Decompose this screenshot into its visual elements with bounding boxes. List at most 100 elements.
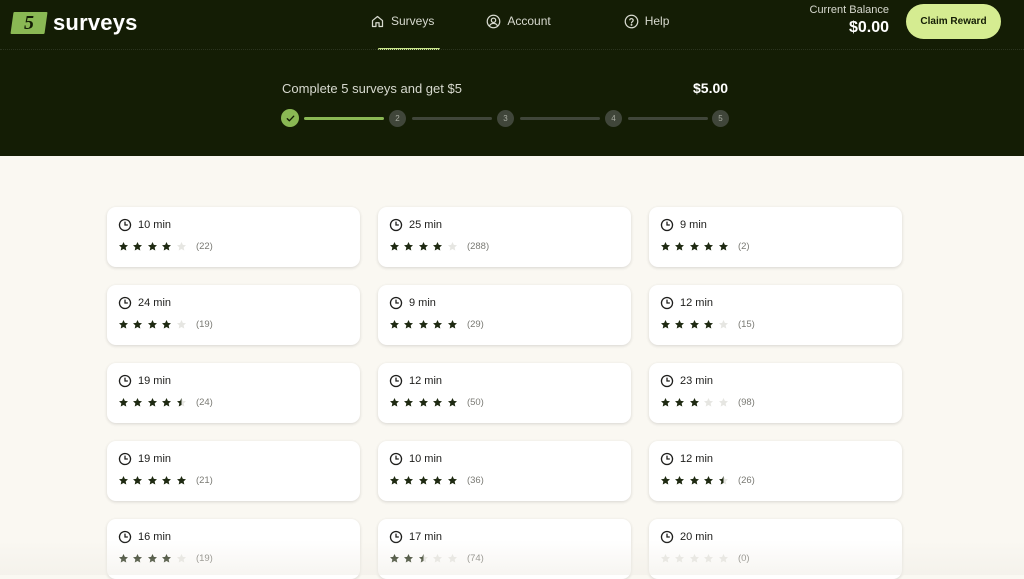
step-complete bbox=[281, 109, 299, 127]
star-filled-icon bbox=[418, 242, 428, 251]
nav-surveys[interactable]: Surveys bbox=[370, 0, 441, 50]
logo-badge: 5 bbox=[10, 12, 48, 34]
nav-help-label: Help bbox=[644, 14, 670, 28]
star-filled-icon bbox=[390, 242, 399, 251]
survey-card[interactable]: 17 min (74) bbox=[378, 519, 631, 579]
star-filled-icon bbox=[675, 476, 685, 485]
survey-duration: 17 min bbox=[389, 530, 620, 544]
current-balance: Current Balance $0.00 bbox=[810, 4, 890, 37]
rating-count: (74) bbox=[466, 553, 484, 564]
star-empty-icon bbox=[704, 554, 714, 563]
survey-duration: 16 min bbox=[118, 530, 349, 544]
survey-card[interactable]: 24 min (19) bbox=[107, 285, 360, 345]
star-filled-icon bbox=[433, 398, 443, 407]
clock-icon bbox=[389, 374, 403, 388]
survey-card[interactable]: 10 min (36) bbox=[378, 441, 631, 501]
star-filled-icon bbox=[162, 554, 172, 563]
step-number: 2 bbox=[395, 114, 400, 123]
star-filled-icon bbox=[390, 476, 399, 485]
star-filled-icon bbox=[176, 476, 186, 485]
rating-count: (19) bbox=[195, 553, 213, 564]
survey-duration: 12 min bbox=[389, 374, 620, 388]
star-filled-icon bbox=[704, 476, 714, 485]
star-empty-icon bbox=[661, 554, 670, 563]
balance-label: Current Balance bbox=[809, 4, 890, 16]
progress-segment bbox=[520, 117, 600, 120]
clock-icon bbox=[389, 452, 403, 466]
logo[interactable]: 5 surveys bbox=[10, 10, 138, 36]
balance-value: $0.00 bbox=[848, 19, 889, 36]
star-rating bbox=[118, 397, 190, 408]
survey-time: 24 min bbox=[138, 297, 172, 309]
rating-count: (15) bbox=[737, 319, 755, 330]
survey-card[interactable]: 9 min (2) bbox=[649, 207, 902, 267]
step-number: 3 bbox=[503, 114, 508, 123]
star-filled-icon bbox=[133, 476, 143, 485]
clock-icon bbox=[118, 218, 132, 232]
survey-card[interactable]: 9 min (29) bbox=[378, 285, 631, 345]
survey-rating: (36) bbox=[389, 475, 620, 486]
survey-card[interactable]: 16 min (19) bbox=[107, 519, 360, 579]
survey-rating: (2) bbox=[660, 241, 891, 252]
clock-icon bbox=[660, 530, 674, 544]
survey-duration: 23 min bbox=[660, 374, 891, 388]
clock-icon bbox=[389, 218, 403, 232]
rating-count: (22) bbox=[195, 241, 213, 252]
nav-help[interactable]: Help bbox=[624, 0, 670, 42]
star-rating bbox=[660, 319, 732, 330]
clock-icon bbox=[118, 452, 132, 466]
nav-account[interactable]: Account bbox=[486, 0, 551, 42]
rating-count: (50) bbox=[466, 397, 484, 408]
survey-card[interactable]: 25 min (288) bbox=[378, 207, 631, 267]
star-filled-icon bbox=[447, 320, 457, 329]
survey-rating: (19) bbox=[118, 553, 349, 564]
star-filled-icon bbox=[404, 476, 414, 485]
star-filled-icon bbox=[433, 320, 443, 329]
star-filled-icon bbox=[447, 398, 457, 407]
star-empty-icon bbox=[718, 320, 728, 329]
star-filled-icon bbox=[418, 398, 428, 407]
survey-card[interactable]: 23 min (98) bbox=[649, 363, 902, 423]
survey-card[interactable]: 19 min (21) bbox=[107, 441, 360, 501]
star-rating bbox=[660, 241, 732, 252]
rating-count: (21) bbox=[195, 475, 213, 486]
survey-time: 10 min bbox=[138, 219, 172, 231]
survey-time: 20 min bbox=[680, 531, 714, 543]
survey-duration: 24 min bbox=[118, 296, 349, 310]
survey-duration: 10 min bbox=[118, 218, 349, 232]
star-filled-icon bbox=[390, 398, 399, 407]
star-empty-icon bbox=[704, 398, 714, 407]
rating-count: (24) bbox=[195, 397, 213, 408]
star-empty-icon bbox=[718, 554, 728, 563]
survey-card[interactable]: 12 min (15) bbox=[649, 285, 902, 345]
star-filled-icon bbox=[162, 320, 172, 329]
clock-icon bbox=[660, 296, 674, 310]
survey-card[interactable]: 12 min (50) bbox=[378, 363, 631, 423]
star-filled-icon bbox=[147, 554, 157, 563]
rating-count: (29) bbox=[466, 319, 484, 330]
star-filled-icon bbox=[704, 320, 714, 329]
star-empty-icon bbox=[447, 554, 457, 563]
user-circle-icon bbox=[486, 14, 501, 28]
claim-reward-button[interactable]: Claim Reward bbox=[906, 4, 1001, 39]
survey-time: 19 min bbox=[138, 375, 172, 387]
star-filled-icon bbox=[661, 320, 670, 329]
step-4: 4 bbox=[605, 110, 622, 127]
star-filled-icon bbox=[689, 398, 699, 407]
clock-icon bbox=[389, 530, 403, 544]
star-rating bbox=[118, 319, 190, 330]
survey-rating: (24) bbox=[118, 397, 349, 408]
star-filled-icon bbox=[689, 320, 699, 329]
survey-rating: (26) bbox=[660, 475, 891, 486]
star-filled-icon bbox=[162, 476, 172, 485]
survey-card[interactable]: 19 min (24) bbox=[107, 363, 360, 423]
step-2: 2 bbox=[389, 110, 406, 127]
survey-card[interactable]: 10 min (22) bbox=[107, 207, 360, 267]
step-number: 5 bbox=[718, 114, 723, 123]
step-number: 4 bbox=[611, 114, 616, 123]
survey-time: 9 min bbox=[680, 219, 707, 231]
clock-icon bbox=[118, 296, 132, 310]
survey-card[interactable]: 12 min (26) bbox=[649, 441, 902, 501]
survey-card[interactable]: 20 min (0) bbox=[649, 519, 902, 579]
survey-time: 9 min bbox=[409, 297, 436, 309]
